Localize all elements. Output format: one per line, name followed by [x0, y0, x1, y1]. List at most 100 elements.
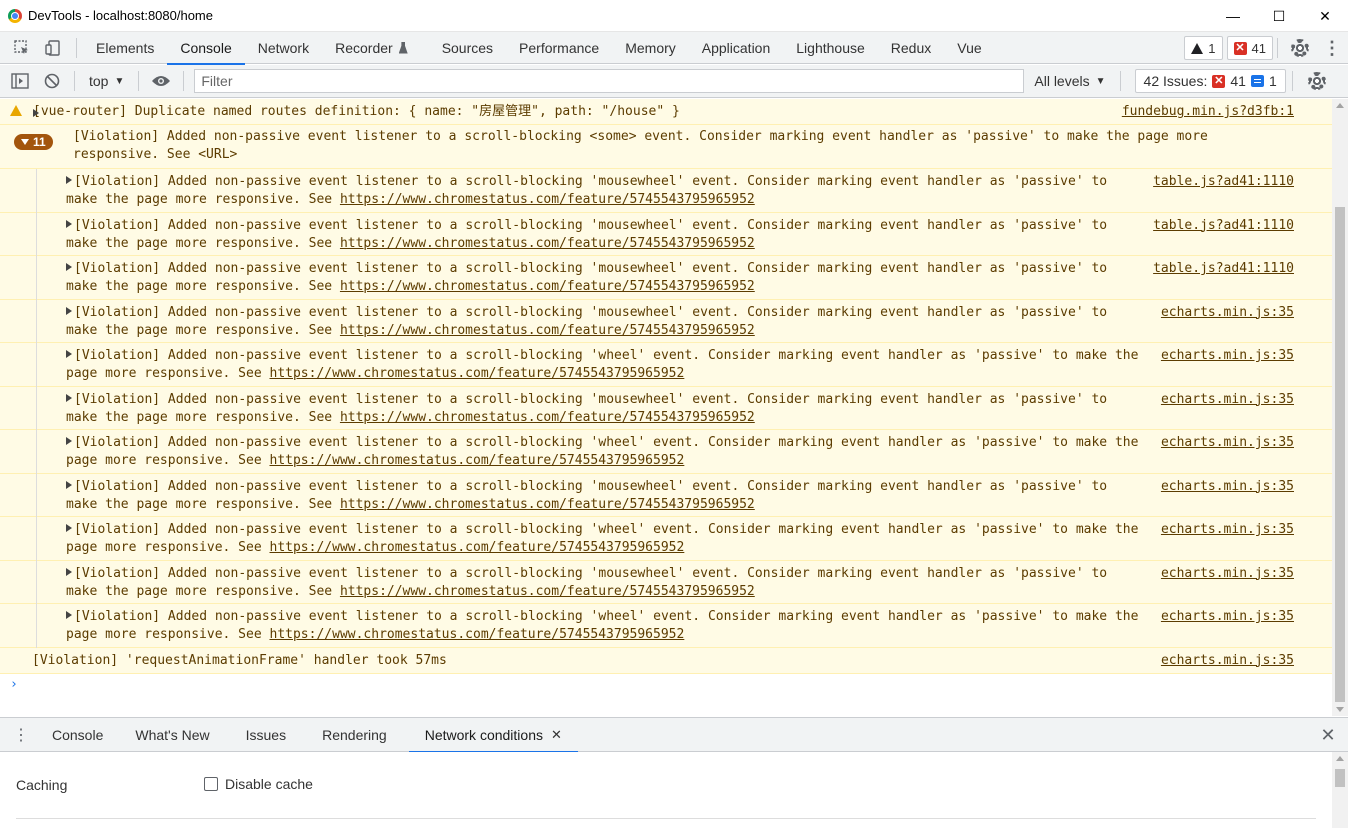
source-link[interactable]: echarts.min.js:35 [1161, 347, 1294, 365]
message-url-link[interactable]: https://www.chromestatus.com/feature/574… [340, 584, 755, 599]
source-link[interactable]: table.js?ad41:1110 [1153, 217, 1294, 235]
expand-arrow-icon[interactable] [66, 219, 72, 228]
settings-gear-icon[interactable] [1284, 32, 1316, 64]
expand-arrow-icon[interactable] [66, 176, 72, 184]
message-url-link[interactable]: https://www.chromestatus.com/feature/574… [270, 627, 685, 642]
raf-violation-message[interactable]: [Violation] 'requestAnimationFrame' hand… [0, 647, 1332, 674]
violation-message[interactable]: [Violation] Added non-passive event list… [0, 430, 1332, 474]
message-url-link[interactable]: https://www.chromestatus.com/feature/574… [340, 192, 755, 207]
disable-cache-checkbox[interactable] [204, 777, 218, 791]
errors-badge[interactable]: ✕ 41 [1226, 36, 1273, 60]
expand-arrow-icon[interactable] [66, 480, 72, 489]
scrollbar-thumb[interactable] [1335, 769, 1345, 787]
expand-arrow-icon[interactable] [66, 567, 72, 576]
source-link[interactable]: table.js?ad41:1110 [1153, 260, 1294, 278]
collapse-arrow-icon[interactable] [21, 139, 29, 145]
console-scrollbar[interactable] [1332, 99, 1348, 716]
message-url-link[interactable]: https://www.chromestatus.com/feature/574… [340, 279, 755, 294]
tab-console[interactable]: Console [167, 32, 246, 65]
violation-message[interactable]: [Violation] Added non-passive event list… [0, 604, 1332, 648]
sidebar-toggle-icon[interactable] [4, 65, 36, 97]
source-link[interactable]: echarts.min.js:35 [1161, 521, 1294, 539]
violation-message[interactable]: [Violation] Added non-passive event list… [0, 560, 1332, 604]
tab-recorder[interactable]: Recorder [322, 32, 421, 64]
expand-arrow-icon[interactable] [33, 109, 39, 117]
tab-network[interactable]: Network [245, 32, 322, 64]
drawer-tab-network-conditions[interactable]: Network conditions ✕ [408, 718, 579, 753]
violation-message[interactable]: [Violation] Added non-passive event list… [0, 473, 1332, 517]
source-link[interactable]: echarts.min.js:35 [1161, 391, 1294, 409]
expand-arrow-icon[interactable] [66, 263, 72, 271]
warnings-count: 1 [1208, 40, 1216, 56]
message-url-link[interactable]: https://www.chromestatus.com/feature/574… [340, 236, 755, 251]
maximize-button[interactable]: ☐ [1256, 0, 1302, 32]
log-levels-dropdown[interactable]: All levels ▼ [1034, 73, 1105, 89]
message-url-link[interactable]: https://www.chromestatus.com/feature/574… [270, 453, 685, 468]
expand-arrow-icon[interactable] [66, 350, 72, 358]
expand-arrow-icon[interactable] [66, 611, 72, 619]
source-link[interactable]: fundebug.min.js?d3fb:1 [1122, 103, 1294, 121]
scroll-down-arrow-icon[interactable] [1336, 707, 1344, 712]
console-settings-gear-icon[interactable] [1301, 65, 1333, 97]
drawer-tab-issues[interactable]: Issues [230, 718, 302, 752]
device-toolbar-icon[interactable] [38, 32, 70, 64]
violation-message[interactable]: [Violation] Added non-passive event list… [0, 343, 1332, 387]
violation-message[interactable]: [Violation] Added non-passive event list… [0, 212, 1332, 256]
disable-cache-option[interactable]: Disable cache [204, 776, 313, 792]
kebab-menu-icon[interactable]: ⋮ [1316, 32, 1348, 64]
live-expression-eye-icon[interactable] [145, 65, 177, 97]
drawer-scrollbar[interactable] [1332, 752, 1348, 828]
tab-redux[interactable]: Redux [878, 32, 944, 64]
expand-arrow-icon[interactable] [66, 306, 72, 315]
source-link[interactable]: echarts.min.js:35 [1161, 652, 1294, 670]
expand-arrow-icon[interactable] [66, 437, 72, 445]
issues-button[interactable]: 42 Issues: ✕ 41 1 [1134, 69, 1286, 93]
warning-message[interactable]: [vue-router] Duplicate named routes defi… [0, 99, 1332, 125]
warnings-badge[interactable]: 1 [1184, 36, 1223, 60]
violation-message[interactable]: [Violation] Added non-passive event list… [0, 386, 1332, 430]
source-link[interactable]: echarts.min.js:35 [1161, 565, 1294, 583]
inspect-element-icon[interactable] [6, 32, 38, 64]
message-url-link[interactable]: https://www.chromestatus.com/feature/574… [340, 410, 755, 425]
tab-performance[interactable]: Performance [506, 32, 612, 64]
tab-vue[interactable]: Vue [944, 32, 994, 64]
source-link[interactable]: echarts.min.js:35 [1161, 608, 1294, 626]
context-selector[interactable]: top ▼ [81, 73, 132, 89]
message-url-link[interactable]: https://www.chromestatus.com/feature/574… [270, 540, 685, 555]
violation-message[interactable]: [Violation] Added non-passive event list… [0, 299, 1332, 343]
source-link[interactable]: table.js?ad41:1110 [1153, 173, 1294, 191]
violation-group-body: [Violation] Added non-passive event list… [0, 169, 1332, 648]
violation-message[interactable]: [Violation] Added non-passive event list… [0, 517, 1332, 561]
tab-label: Issues [245, 726, 287, 743]
scroll-up-arrow-icon[interactable] [1336, 103, 1344, 108]
violation-message[interactable]: [Violation] Added non-passive event list… [0, 256, 1332, 300]
message-url-link[interactable]: https://www.chromestatus.com/feature/574… [340, 497, 755, 512]
scrollbar-thumb[interactable] [1335, 207, 1345, 702]
tab-application[interactable]: Application [689, 32, 784, 64]
close-window-button[interactable]: ✕ [1302, 0, 1348, 32]
expand-arrow-icon[interactable] [66, 524, 72, 532]
violation-message[interactable]: [Violation] Added non-passive event list… [0, 169, 1332, 213]
source-link[interactable]: echarts.min.js:35 [1161, 304, 1294, 322]
tab-memory[interactable]: Memory [612, 32, 689, 64]
close-drawer-icon[interactable]: ✕ [1316, 723, 1340, 747]
filter-input[interactable] [194, 69, 1025, 93]
violation-group-header[interactable]: 11 [Violation] Added non-passive event l… [0, 125, 1332, 169]
message-url-link[interactable]: https://www.chromestatus.com/feature/574… [270, 366, 685, 381]
source-link[interactable]: echarts.min.js:35 [1161, 434, 1294, 452]
message-url-link[interactable]: https://www.chromestatus.com/feature/574… [340, 323, 755, 338]
drawer-tab-rendering[interactable]: Rendering [306, 718, 403, 752]
drawer-menu-kebab-icon[interactable]: ⋮ [6, 718, 36, 752]
drawer-tab-console[interactable]: Console [36, 718, 119, 752]
tab-lighthouse[interactable]: Lighthouse [783, 32, 878, 64]
close-tab-icon[interactable]: ✕ [551, 727, 562, 743]
tab-elements[interactable]: Elements [83, 32, 167, 64]
minimize-button[interactable]: — [1210, 0, 1256, 32]
source-link[interactable]: echarts.min.js:35 [1161, 478, 1294, 496]
expand-arrow-icon[interactable] [66, 393, 72, 402]
clear-console-icon[interactable] [36, 65, 68, 97]
drawer-tab-whats-new[interactable]: What's New [119, 718, 225, 752]
scroll-up-arrow-icon[interactable] [1336, 756, 1344, 761]
console-prompt[interactable]: › [0, 674, 1332, 698]
tab-sources[interactable]: Sources [429, 32, 506, 64]
